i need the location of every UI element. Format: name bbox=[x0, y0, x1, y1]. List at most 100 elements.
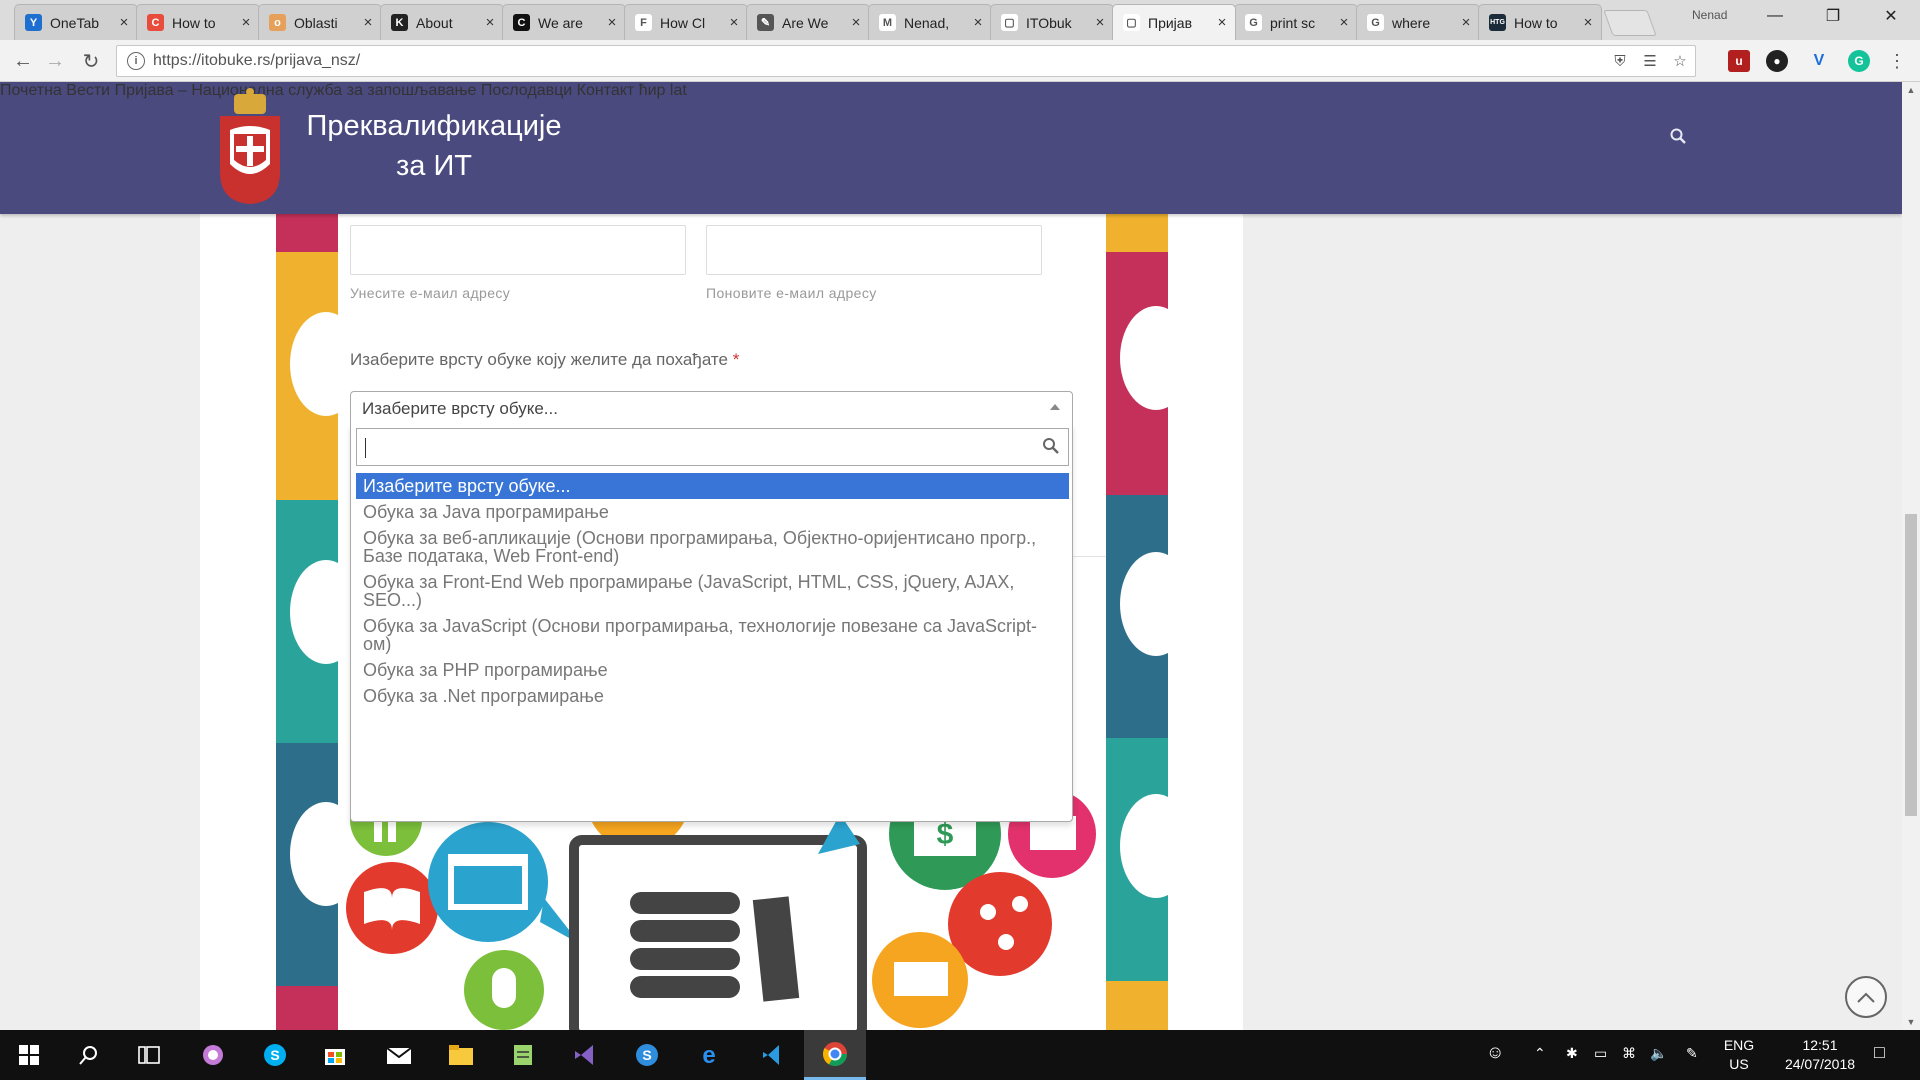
nav-latin[interactable]: lat bbox=[670, 82, 687, 99]
browser-tab[interactable]: Gprint sc × bbox=[1234, 4, 1358, 40]
bookmark-star-icon[interactable]: ☆ bbox=[1671, 52, 1689, 70]
nav-employers[interactable]: Послодавци bbox=[481, 82, 572, 99]
profile-name[interactable]: Nenad bbox=[1692, 8, 1727, 22]
reload-icon[interactable]: ↻ bbox=[78, 48, 104, 74]
tab-close-icon[interactable]: × bbox=[971, 14, 985, 31]
volume-icon[interactable]: 🔈 bbox=[1650, 1045, 1667, 1062]
tab-close-icon[interactable]: × bbox=[361, 14, 375, 31]
skype-icon[interactable]: S bbox=[246, 1030, 304, 1080]
chrome-icon[interactable] bbox=[804, 1030, 866, 1080]
dropdown-option[interactable]: Обука за PHP програмирање bbox=[356, 657, 1069, 683]
browser-tab[interactable]: o Oblasti × bbox=[258, 4, 382, 40]
notepad-icon[interactable] bbox=[494, 1030, 552, 1080]
browser-tab[interactable]: ▢ Пријав × bbox=[1112, 4, 1236, 40]
dropdown-option[interactable]: Обука за Java програмирање bbox=[356, 499, 1069, 525]
tab-close-icon[interactable]: × bbox=[1459, 14, 1473, 31]
browser-tab[interactable]: F How Cl × bbox=[624, 4, 748, 40]
ublock-icon[interactable]: u bbox=[1728, 50, 1750, 72]
browser-tab[interactable]: M Nenad, × bbox=[868, 4, 992, 40]
wifi-icon[interactable]: ⌘ bbox=[1622, 1045, 1636, 1062]
input-language-indicator[interactable]: ENG US bbox=[1716, 1036, 1762, 1074]
svg-text:S: S bbox=[642, 1047, 651, 1063]
training-select[interactable]: Изаберите врсту обуке... bbox=[350, 391, 1073, 425]
site-info-icon[interactable]: i bbox=[127, 52, 145, 70]
tab-close-icon[interactable]: × bbox=[605, 14, 619, 31]
show-hidden-icons-icon[interactable]: ⌃ bbox=[1534, 1045, 1546, 1062]
tab-close-icon[interactable]: × bbox=[1215, 14, 1229, 31]
dropdown-option[interactable]: Изаберите врсту обуке... bbox=[356, 473, 1069, 499]
email-confirm-field[interactable] bbox=[706, 225, 1042, 275]
visual-studio-icon[interactable] bbox=[556, 1030, 614, 1080]
start-button-windows-icon[interactable] bbox=[0, 1030, 58, 1080]
tab-close-icon[interactable]: × bbox=[239, 14, 253, 31]
back-icon[interactable]: ← bbox=[10, 48, 36, 74]
windows-taskbar: S S e ☺ ⌃ ✱ ▭ ⌘ 🔈 ✎ ENG US 12:51 24/07/2… bbox=[0, 1030, 1920, 1080]
bluetooth-icon[interactable]: ✱ bbox=[1566, 1045, 1578, 1062]
browser-tab[interactable]: K About × bbox=[380, 4, 504, 40]
scroll-up-arrow-icon[interactable]: ▲ bbox=[1902, 82, 1920, 98]
search-icon[interactable] bbox=[1670, 128, 1686, 144]
tab-close-icon[interactable]: × bbox=[1337, 14, 1351, 31]
taskbar-clock[interactable]: 12:51 24/07/2018 bbox=[1776, 1036, 1864, 1074]
grammarly-icon[interactable]: G bbox=[1848, 50, 1870, 72]
store-icon[interactable] bbox=[306, 1030, 364, 1080]
shazam-icon[interactable]: S bbox=[618, 1030, 676, 1080]
extension-v-icon[interactable]: V bbox=[1808, 50, 1830, 72]
restore-icon[interactable]: ❐ bbox=[1804, 0, 1862, 32]
tab-title: Are We bbox=[782, 14, 829, 31]
address-bar[interactable]: i https://itobuke.rs/prijava_nsz/ ⛨ ☰ ☆ bbox=[116, 45, 1696, 77]
new-tab-button[interactable] bbox=[1603, 10, 1657, 36]
dropdown-search-input[interactable] bbox=[356, 428, 1069, 466]
people-icon[interactable]: ☺ bbox=[1486, 1042, 1504, 1063]
dropdown-option[interactable]: Обука за веб-апликације (Основи програми… bbox=[356, 525, 1069, 569]
tab-close-icon[interactable]: × bbox=[727, 14, 741, 31]
shield-icon[interactable]: ⛨ bbox=[1611, 52, 1629, 70]
browser-tab[interactable]: C How to × bbox=[136, 4, 260, 40]
tab-title: How to bbox=[1514, 14, 1558, 31]
tab-close-icon[interactable]: × bbox=[483, 14, 497, 31]
scroll-thumb[interactable] bbox=[1905, 514, 1917, 816]
browser-tab[interactable]: Y OneTab × bbox=[14, 4, 138, 40]
dropdown-option[interactable]: Обука за Front-End Web програмирање (Jav… bbox=[356, 569, 1069, 613]
browser-tab[interactable]: Gwhere × bbox=[1356, 4, 1480, 40]
taskbar-search-icon[interactable] bbox=[60, 1030, 118, 1080]
nav-registration-nsz[interactable]: Пријава – Национална служба за запошљава… bbox=[115, 82, 477, 99]
file-explorer-icon[interactable] bbox=[432, 1030, 490, 1080]
translate-icon[interactable]: ☰ bbox=[1641, 52, 1659, 70]
edge-icon[interactable]: e bbox=[680, 1030, 738, 1080]
menu-icon[interactable]: ⋮ bbox=[1884, 48, 1910, 74]
action-center-icon[interactable]: □ bbox=[1874, 1042, 1885, 1063]
scroll-to-top-button[interactable] bbox=[1845, 976, 1887, 1018]
nav-contact[interactable]: Контакт bbox=[577, 82, 635, 99]
dropdown-option[interactable]: Обука за JavaScript (Основи програмирања… bbox=[356, 613, 1069, 657]
tab-close-icon[interactable]: × bbox=[1581, 14, 1595, 31]
close-window-icon[interactable]: ✕ bbox=[1862, 0, 1920, 32]
task-view-icon[interactable] bbox=[120, 1030, 178, 1080]
tab-close-icon[interactable]: × bbox=[849, 14, 863, 31]
email-field[interactable] bbox=[350, 225, 686, 275]
vscode-icon[interactable] bbox=[742, 1030, 800, 1080]
url-text[interactable]: https://itobuke.rs/prijava_nsz/ bbox=[153, 52, 360, 70]
tab-favicon-icon: G bbox=[1245, 14, 1262, 31]
nav-home[interactable]: Почетна bbox=[0, 82, 62, 99]
minimize-icon[interactable]: — bbox=[1746, 0, 1804, 32]
page-scrollbar[interactable]: ▲ ▼ bbox=[1902, 82, 1920, 1030]
tab-close-icon[interactable]: × bbox=[117, 14, 131, 31]
scroll-down-arrow-icon[interactable]: ▼ bbox=[1902, 1014, 1920, 1030]
nav-news[interactable]: Вести bbox=[66, 82, 110, 99]
pen-icon[interactable]: ✎ bbox=[1686, 1045, 1698, 1062]
dropdown-option[interactable]: Обука за .Net програмирање bbox=[356, 683, 1069, 709]
nav-cyrillic[interactable]: ћир bbox=[639, 82, 666, 99]
mail-icon[interactable] bbox=[370, 1030, 428, 1080]
battery-icon[interactable]: ▭ bbox=[1594, 1045, 1607, 1062]
browser-tab[interactable]: ✎ Are We × bbox=[746, 4, 870, 40]
browser-tab[interactable]: C We are × bbox=[502, 4, 626, 40]
browser-tab[interactable]: HTG How to × bbox=[1478, 4, 1602, 40]
paint-3d-icon[interactable] bbox=[184, 1030, 242, 1080]
serbia-coat-of-arms-logo[interactable] bbox=[216, 86, 284, 208]
tab-close-icon[interactable]: × bbox=[1093, 14, 1107, 31]
browser-tab[interactable]: ▢ ITObuk × bbox=[990, 4, 1114, 40]
forward-icon[interactable]: → bbox=[42, 48, 68, 74]
extension-camera-icon[interactable]: ● bbox=[1766, 50, 1788, 72]
site-title[interactable]: Преквалификације за ИТ bbox=[298, 106, 570, 186]
